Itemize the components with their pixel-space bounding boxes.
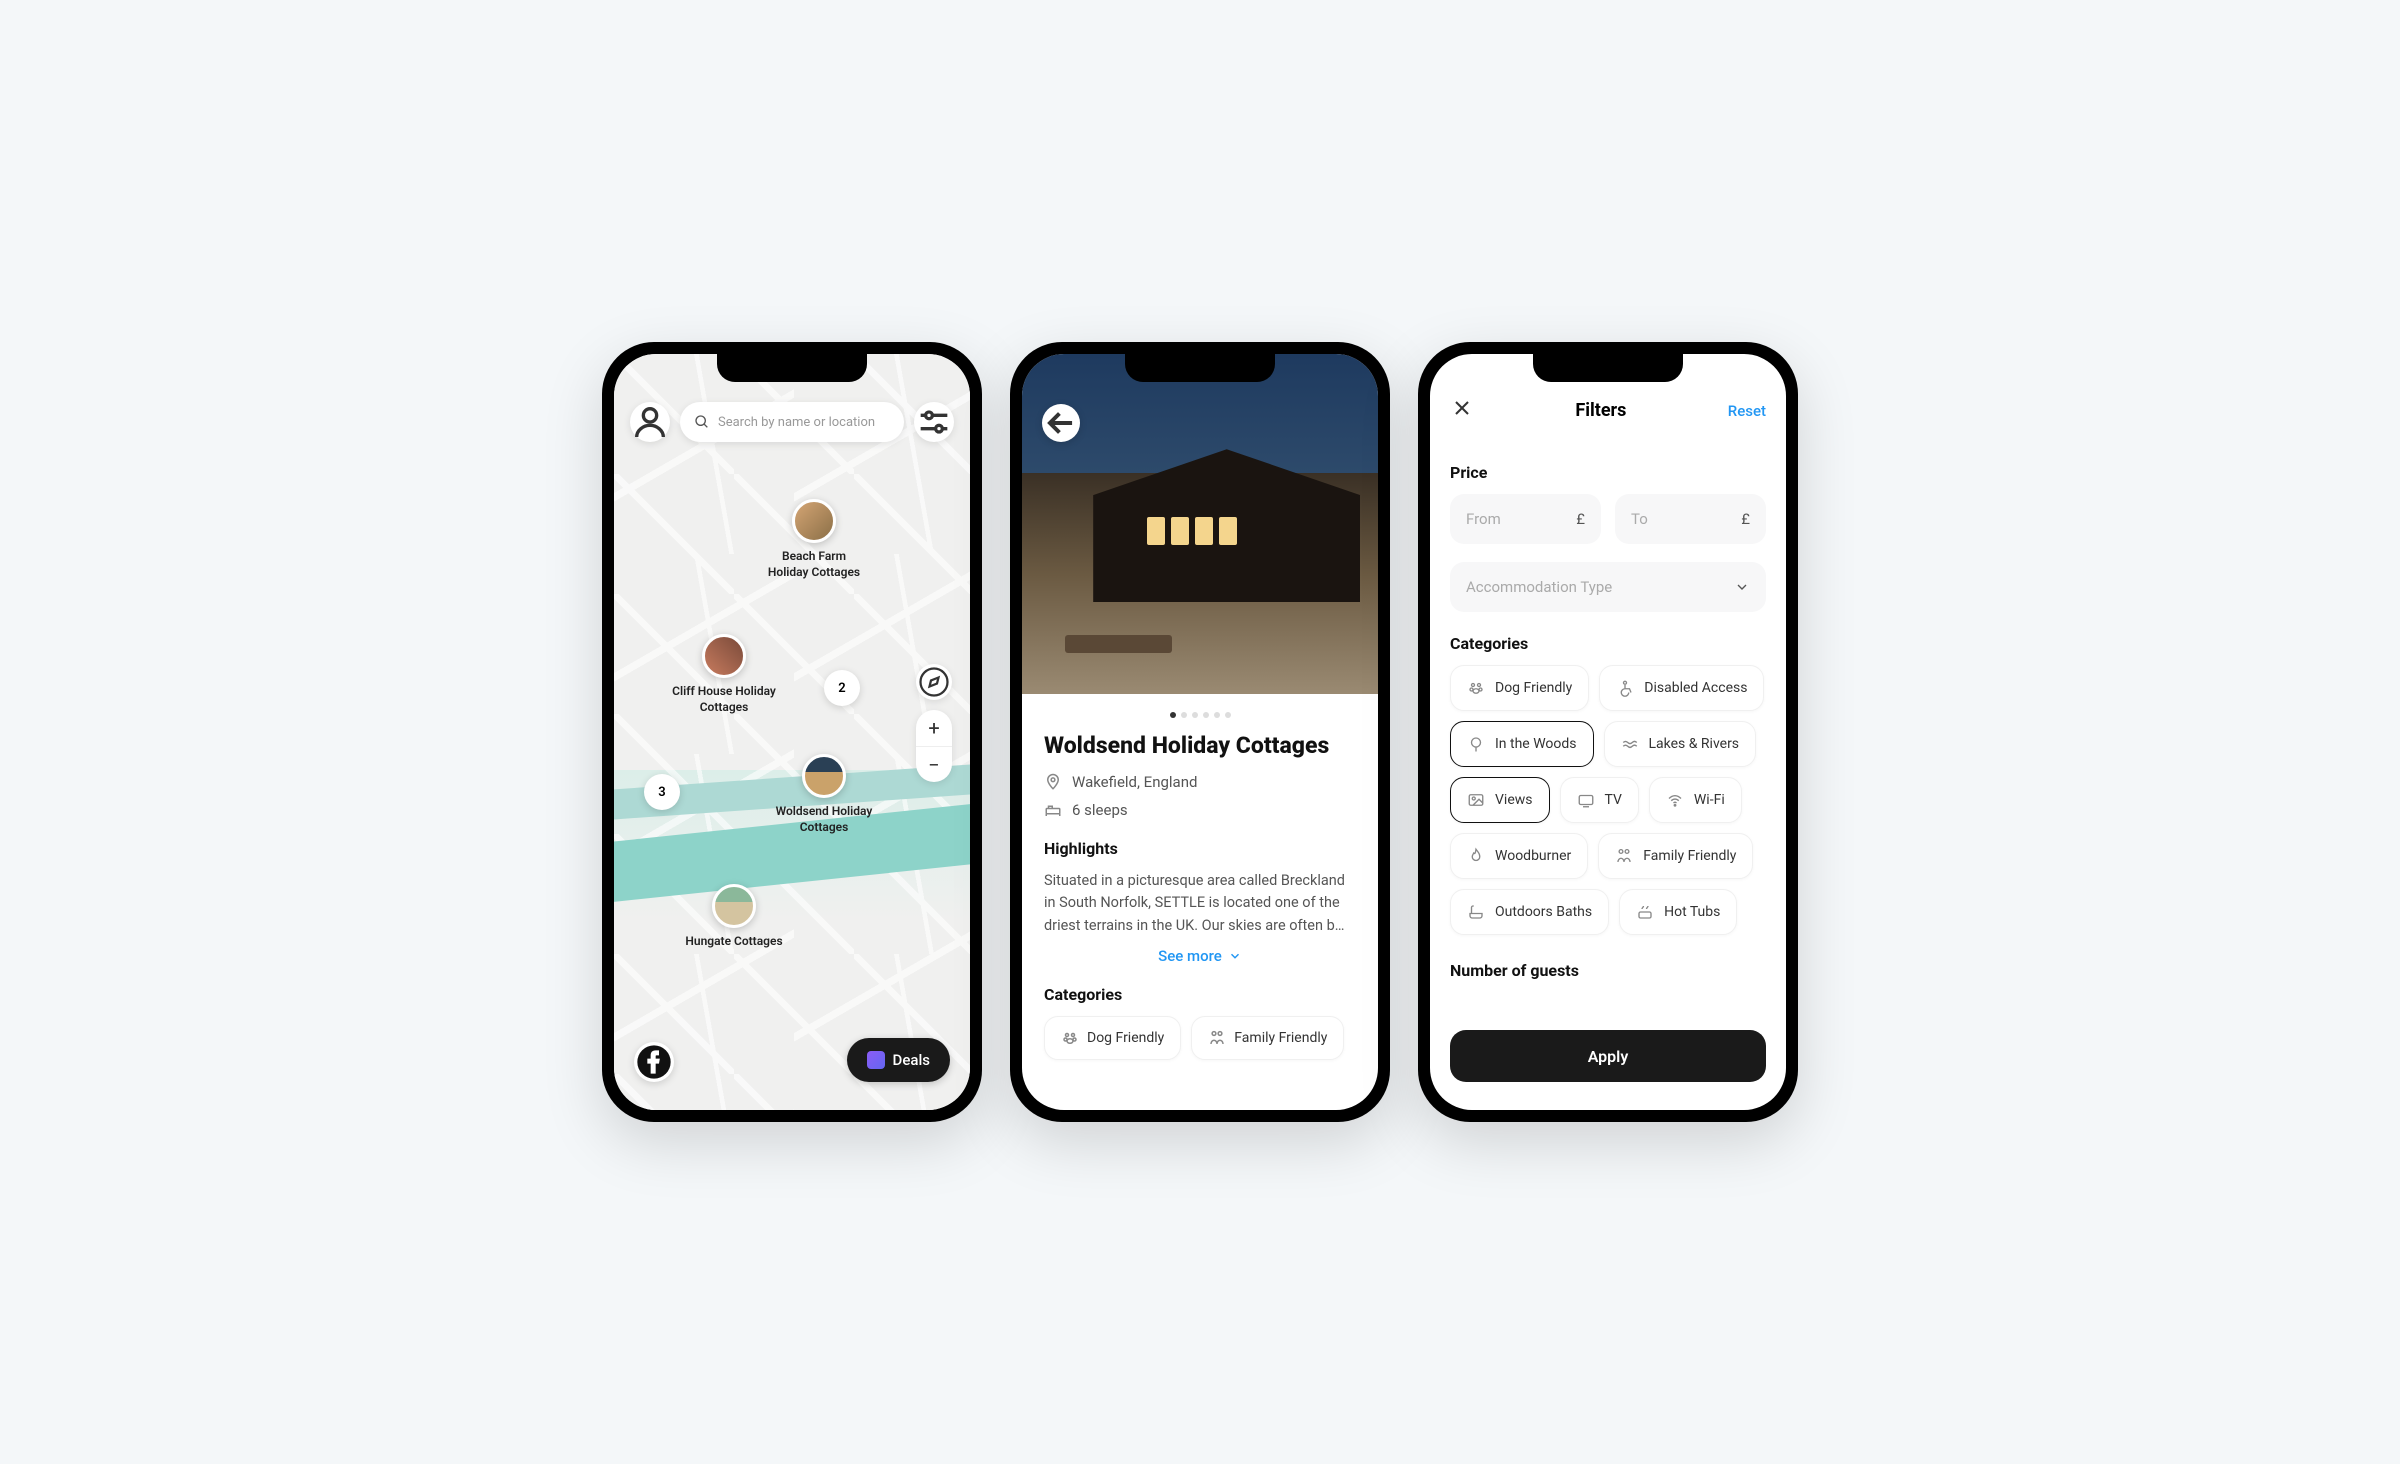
- family-icon: [1615, 847, 1633, 865]
- paw-icon: [1061, 1029, 1079, 1047]
- fire-icon: [1467, 847, 1485, 865]
- search-input[interactable]: Search by name or location: [680, 402, 904, 442]
- map-pin-woldsend[interactable]: Woldsend Holiday Cottages: [754, 754, 894, 835]
- filter-chip-woodburner[interactable]: Woodburner: [1450, 833, 1588, 879]
- wheelchair-icon: [1616, 679, 1634, 697]
- search-placeholder: Search by name or location: [718, 415, 875, 430]
- highlights-heading: Highlights: [1044, 839, 1356, 858]
- listing-sleeps: 6 sleeps: [1072, 801, 1128, 819]
- carousel-dots[interactable]: [1022, 712, 1378, 718]
- close-button[interactable]: [1450, 396, 1474, 425]
- hero-image[interactable]: [1022, 354, 1378, 694]
- compass-button[interactable]: [916, 664, 952, 700]
- map-pin-cliff-house[interactable]: Cliff House Holiday Cottages: [654, 634, 794, 715]
- see-more-button[interactable]: See more: [1044, 947, 1356, 965]
- filter-button[interactable]: [914, 402, 954, 442]
- filter-chip-in-the-woods[interactable]: In the Woods: [1450, 721, 1594, 767]
- zoom-in-button[interactable]: +: [916, 710, 952, 746]
- close-icon: [1450, 396, 1474, 420]
- chevron-down-icon: [1734, 579, 1750, 595]
- filters-title: Filters: [1575, 400, 1626, 421]
- guests-heading: Number of guests: [1450, 961, 1766, 980]
- wifi-icon: [1666, 791, 1684, 809]
- compass-icon: [916, 664, 952, 700]
- filter-chip-views[interactable]: Views: [1450, 777, 1550, 823]
- filter-chip-outdoors-baths[interactable]: Outdoors Baths: [1450, 889, 1609, 935]
- search-icon: [694, 414, 710, 430]
- reset-button[interactable]: Reset: [1728, 402, 1766, 420]
- zoom-out-button[interactable]: −: [916, 746, 952, 782]
- filter-chip-lakes-rivers[interactable]: Lakes & Rivers: [1604, 721, 1757, 767]
- category-chip-dog-friendly[interactable]: Dog Friendly: [1044, 1016, 1181, 1060]
- family-icon: [1208, 1029, 1226, 1047]
- waves-icon: [1621, 735, 1639, 753]
- carousel-dot[interactable]: [1181, 712, 1187, 718]
- carousel-dot[interactable]: [1203, 712, 1209, 718]
- filter-chip-hot-tubs[interactable]: Hot Tubs: [1619, 889, 1737, 935]
- apply-button[interactable]: Apply: [1450, 1030, 1766, 1082]
- bath-icon: [1467, 903, 1485, 921]
- map-pin-hungate[interactable]: Hungate Cottages: [664, 884, 804, 950]
- map-screen: Search by name or location Beach Farm Ho…: [614, 354, 970, 1110]
- carousel-dot[interactable]: [1225, 712, 1231, 718]
- categories-heading: Categories: [1044, 985, 1356, 1004]
- phone-filters: Filters Reset Price From £ To £ Accommod…: [1418, 342, 1798, 1122]
- carousel-dot[interactable]: [1214, 712, 1220, 718]
- profile-button[interactable]: [630, 402, 670, 442]
- filter-chip-wi-fi[interactable]: Wi-Fi: [1649, 777, 1742, 823]
- image-icon: [1467, 791, 1485, 809]
- deals-icon: [867, 1051, 885, 1069]
- price-heading: Price: [1450, 463, 1766, 482]
- user-icon: [630, 402, 670, 442]
- phone-map: Search by name or location Beach Farm Ho…: [602, 342, 982, 1122]
- categories-heading: Categories: [1450, 634, 1766, 653]
- price-from-input[interactable]: From £: [1450, 494, 1601, 544]
- category-chip-family-friendly[interactable]: Family Friendly: [1191, 1016, 1344, 1060]
- listing-location: Wakefield, England: [1072, 773, 1197, 791]
- price-to-input[interactable]: To £: [1615, 494, 1766, 544]
- hottub-icon: [1636, 903, 1654, 921]
- tree-icon: [1467, 735, 1485, 753]
- tv-icon: [1577, 791, 1595, 809]
- detail-screen: Woldsend Holiday Cottages Wakefield, Eng…: [1022, 354, 1378, 1110]
- map-pin-beach-farm[interactable]: Beach Farm Holiday Cottages: [754, 499, 874, 580]
- filter-chip-tv[interactable]: TV: [1560, 777, 1639, 823]
- back-button[interactable]: [1042, 404, 1080, 442]
- carousel-dot[interactable]: [1192, 712, 1198, 718]
- sliders-icon: [914, 402, 954, 442]
- filter-chip-dog-friendly[interactable]: Dog Friendly: [1450, 665, 1589, 711]
- facebook-icon: [634, 1042, 674, 1082]
- filter-chip-family-friendly[interactable]: Family Friendly: [1598, 833, 1753, 879]
- deals-button[interactable]: Deals: [847, 1038, 950, 1082]
- map-cluster[interactable]: 2: [824, 670, 860, 706]
- map-cluster[interactable]: 3: [644, 774, 680, 810]
- accommodation-type-select[interactable]: Accommodation Type: [1450, 562, 1766, 612]
- filter-chip-disabled-access[interactable]: Disabled Access: [1599, 665, 1764, 711]
- facebook-button[interactable]: [634, 1042, 674, 1082]
- listing-description: Situated in a picturesque area called Br…: [1044, 870, 1356, 937]
- chevron-down-icon: [1228, 949, 1242, 963]
- location-icon: [1044, 773, 1062, 791]
- arrow-left-icon: [1042, 404, 1080, 442]
- listing-title: Woldsend Holiday Cottages: [1044, 732, 1356, 759]
- bed-icon: [1044, 801, 1062, 819]
- paw-icon: [1467, 679, 1485, 697]
- carousel-dot[interactable]: [1170, 712, 1176, 718]
- filters-screen: Filters Reset Price From £ To £ Accommod…: [1430, 354, 1786, 1110]
- phone-detail: Woldsend Holiday Cottages Wakefield, Eng…: [1010, 342, 1390, 1122]
